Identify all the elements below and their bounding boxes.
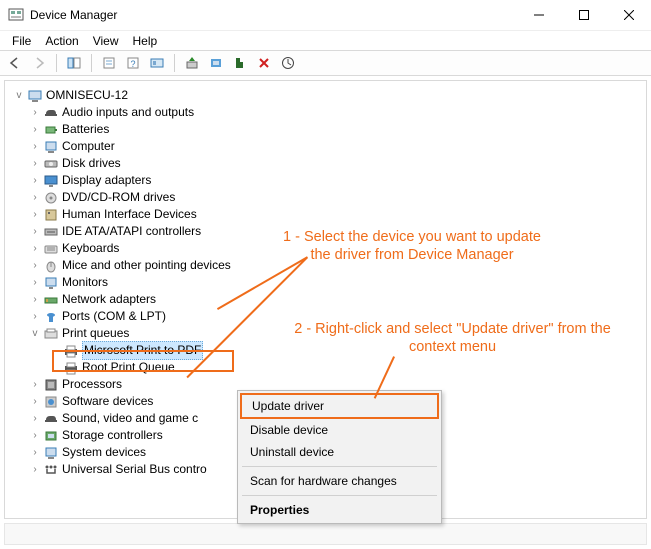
category-icon [43,309,59,325]
ctx-uninstall-device[interactable]: Uninstall device [240,441,439,463]
minimize-button[interactable] [516,0,561,30]
tree-category[interactable]: ›Computer [9,138,642,155]
tree-category[interactable]: ›DVD/CD-ROM drives [9,189,642,206]
tree-category-label: Computer [62,138,115,155]
maximize-button[interactable] [561,0,606,30]
help-button[interactable]: ? [122,52,144,74]
status-bar [4,523,647,545]
computer-icon [27,88,43,104]
title-bar: Device Manager [0,0,651,30]
tree-category-label: Mice and other pointing devices [62,257,231,274]
context-menu: Update driver Disable device Uninstall d… [237,390,442,524]
ctx-separator [242,495,437,496]
enable-button[interactable] [277,52,299,74]
tree-category-label: Storage controllers [62,427,163,444]
category-icon [43,139,59,155]
category-icon [43,224,59,240]
category-icon [43,462,59,478]
category-icon [43,411,59,427]
ctx-scan-hw[interactable]: Scan for hardware changes [240,470,439,492]
tree-category-label: Software devices [62,393,153,410]
tree-category-label: Keyboards [62,240,119,257]
tree-category-label: Network adapters [62,291,156,308]
menu-file[interactable]: File [6,32,37,50]
category-icon [43,258,59,274]
tree-category[interactable]: ›Monitors [9,274,642,291]
category-icon [43,105,59,121]
category-icon [43,122,59,138]
annotation-1: 1 - Select the device you want to update… [272,228,552,264]
category-icon [43,173,59,189]
tree-root-label: OMNISECU-12 [46,87,128,104]
ctx-properties[interactable]: Properties [240,499,439,521]
ctx-update-driver[interactable]: Update driver [240,393,439,419]
tree-category-label: Audio inputs and outputs [62,104,194,121]
tree-category[interactable]: ›Batteries [9,121,642,138]
menu-bar: File Action View Help [0,30,651,50]
tree-category-label: Monitors [62,274,108,291]
tree-category-label: Sound, video and game c [62,410,198,427]
tree-category-label: Human Interface Devices [62,206,197,223]
svg-text:?: ? [130,59,135,69]
menu-help[interactable]: Help [127,32,164,50]
close-button[interactable] [606,0,651,30]
forward-button[interactable] [28,52,50,74]
show-hide-tree-button[interactable] [63,52,85,74]
tree-category-label: System devices [62,444,146,461]
tree-category[interactable]: ›Disk drives [9,155,642,172]
category-icon [43,292,59,308]
category-icon [43,445,59,461]
ctx-separator [242,466,437,467]
disable-button[interactable] [253,52,275,74]
menu-view[interactable]: View [87,32,125,50]
category-icon [43,326,59,342]
tree-category-label: Disk drives [62,155,121,172]
annotation-2: 2 - Right-click and select "Update drive… [285,320,620,356]
refresh-button[interactable] [146,52,168,74]
app-icon [8,7,24,23]
tree-category[interactable]: ›Network adapters [9,291,642,308]
tree-category-label: IDE ATA/ATAPI controllers [62,223,201,240]
category-icon [43,377,59,393]
category-icon [43,428,59,444]
window-title: Device Manager [30,8,117,22]
category-icon [43,156,59,172]
tree-category-label: DVD/CD-ROM drives [62,189,175,206]
tree-category-label: Processors [62,376,122,393]
category-icon [43,275,59,291]
tree-category-label: Universal Serial Bus contro [62,461,207,478]
tree-category[interactable]: ›Audio inputs and outputs [9,104,642,121]
back-button[interactable] [4,52,26,74]
category-icon [43,394,59,410]
tree-category-label: Batteries [62,121,109,138]
tree-category-label: Ports (COM & LPT) [62,308,166,325]
category-icon [43,190,59,206]
scan-button[interactable] [205,52,227,74]
annotation-box-selected-device [52,350,234,372]
uninstall-button[interactable] [229,52,251,74]
update-driver-button[interactable] [181,52,203,74]
menu-action[interactable]: Action [39,32,84,50]
category-icon [43,207,59,223]
ctx-disable-device[interactable]: Disable device [240,419,439,441]
tree-category[interactable]: ›Human Interface Devices [9,206,642,223]
tree-root[interactable]: vOMNISECU-12 [9,87,642,104]
category-icon [43,241,59,257]
properties-button[interactable] [98,52,120,74]
tree-category-label: Display adapters [62,172,151,189]
tree-category-label: Print queues [62,325,129,342]
toolbar: ? [0,50,651,76]
tree-category[interactable]: ›Display adapters [9,172,642,189]
